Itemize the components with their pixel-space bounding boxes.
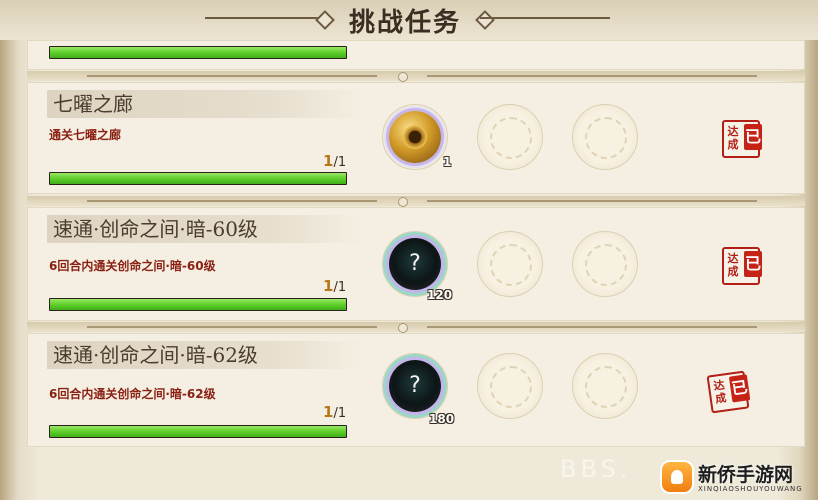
empty-reward-slot xyxy=(477,104,543,170)
row-divider xyxy=(27,71,805,82)
progress-bar xyxy=(49,298,347,311)
task-row[interactable]: 速通·创命之间·暗-60级 6回合内通关创命之间·暗-60级 1/1 ? 120… xyxy=(27,207,805,321)
stamp-small-text: 达成 xyxy=(712,378,728,406)
mystery-orb-icon: ? xyxy=(389,238,441,290)
progress-bar xyxy=(49,172,347,185)
site-logo: 新侨手游网 XINQIAOSHOUYOUWANG xyxy=(662,458,812,498)
reward-slot[interactable]: 1 xyxy=(382,104,452,170)
title-line-left xyxy=(205,17,325,19)
empty-reward-slot xyxy=(572,231,638,297)
challenge-task-panel: 挑战任务 七曜之廊 通关七曜之廊 1/1 1 达成 已 速通·创命之间·暗-60… xyxy=(0,0,818,500)
stamp-big-text: 已 xyxy=(744,251,762,277)
progress-current: 1 xyxy=(323,277,334,295)
page-title: 挑战任务 xyxy=(348,8,461,38)
progress-bar xyxy=(49,46,347,59)
watermark-text: BBS. xyxy=(560,455,632,483)
completed-stamp: 达成 已 xyxy=(722,120,762,158)
reward-slot[interactable]: ? 120 xyxy=(382,231,452,302)
reward-count: 180 xyxy=(429,412,455,426)
progress-text: 1/1 xyxy=(323,152,346,170)
stamp-big-text: 已 xyxy=(744,124,762,150)
progress-fill xyxy=(50,173,346,184)
completed-stamp: 达成 已 xyxy=(706,370,751,414)
task-name: 速通·创命之间·暗-62级 xyxy=(47,341,363,369)
stamp-small-text: 达成 xyxy=(727,125,739,151)
empty-reward-slot xyxy=(572,353,638,419)
progress-text: 1/1 xyxy=(323,277,346,295)
progress-current: 1 xyxy=(323,403,334,421)
empty-reward-slot xyxy=(477,353,543,419)
stamp-small-text: 达成 xyxy=(727,252,739,278)
progress-current: 1 xyxy=(323,152,334,170)
gold-coin-icon xyxy=(389,111,441,163)
task-name: 速通·创命之间·暗-60级 xyxy=(47,215,363,243)
task-description: 6回合内通关创命之间·暗-60级 xyxy=(49,259,216,273)
progress-text: 1/1 xyxy=(323,403,346,421)
reward-count: 1 xyxy=(443,155,452,169)
reward-count: 120 xyxy=(427,288,453,302)
task-row-partial xyxy=(27,40,805,70)
progress-fill xyxy=(50,426,346,437)
logo-icon xyxy=(662,462,692,492)
task-row[interactable]: 七曜之廊 通关七曜之廊 1/1 1 达成 已 xyxy=(27,82,805,194)
row-divider xyxy=(27,322,805,333)
empty-reward-slot xyxy=(572,104,638,170)
progress-total: /1 xyxy=(333,280,347,295)
task-row[interactable]: 速通·创命之间·暗-62级 6回合内通关创命之间·暗-62级 1/1 ? 180… xyxy=(27,333,805,447)
completed-stamp: 达成 已 xyxy=(722,247,762,285)
row-divider xyxy=(27,196,805,207)
progress-fill xyxy=(50,299,346,310)
mystery-orb-icon: ? xyxy=(389,360,441,412)
title-banner: 挑战任务 xyxy=(0,0,818,40)
stamp-big-text: 已 xyxy=(728,374,751,403)
progress-total: /1 xyxy=(333,155,347,170)
reward-slot[interactable]: ? 180 xyxy=(382,353,454,426)
progress-total: /1 xyxy=(333,406,347,421)
empty-reward-slot xyxy=(477,231,543,297)
logo-subtitle: XINQIAOSHOUYOUWANG xyxy=(698,485,803,493)
task-description: 6回合内通关创命之间·暗-62级 xyxy=(49,387,216,401)
task-description: 通关七曜之廊 xyxy=(49,128,122,142)
title-line-right xyxy=(480,17,610,19)
progress-bar xyxy=(49,425,347,438)
task-name: 七曜之廊 xyxy=(47,90,363,118)
logo-name: 新侨手游网 xyxy=(698,464,794,486)
progress-fill xyxy=(50,47,346,58)
